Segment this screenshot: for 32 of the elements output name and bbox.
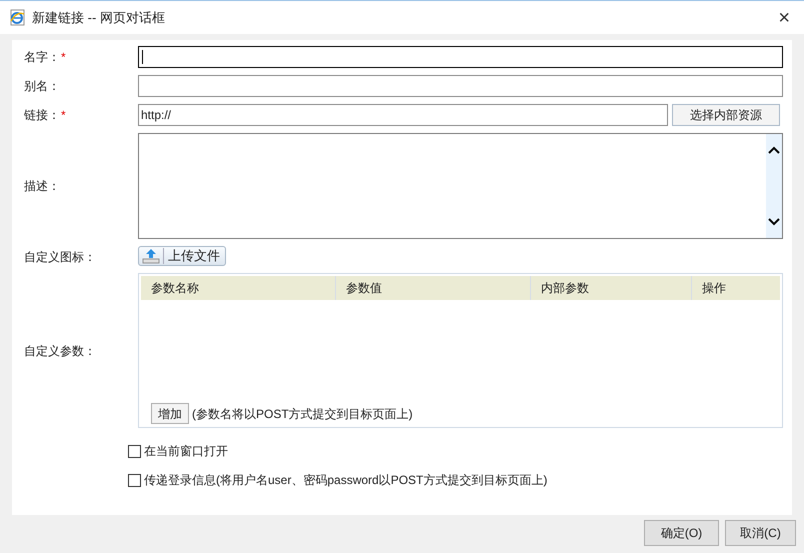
text-field[interactable] bbox=[138, 46, 783, 68]
close-button[interactable]: × bbox=[778, 8, 790, 28]
upload-button[interactable]: 上传文件 bbox=[138, 246, 226, 266]
text-field[interactable] bbox=[138, 75, 783, 97]
scroll-up-icon[interactable] bbox=[768, 146, 780, 154]
column-header: 参数值 bbox=[336, 276, 531, 300]
field-label: 自定义参数： bbox=[24, 342, 96, 360]
checkbox-label: 在当前窗口打开 bbox=[144, 443, 228, 460]
window-title: 新建链接 -- 网页对话框 bbox=[32, 8, 165, 27]
upload-icon bbox=[142, 248, 160, 264]
browser-icon bbox=[9, 9, 26, 26]
add-button[interactable]: 增加 bbox=[151, 403, 189, 424]
choose-resource-button[interactable]: 选择内部资源 bbox=[672, 104, 780, 126]
ok-button[interactable]: 确定(O) bbox=[644, 520, 719, 546]
required-mark: * bbox=[61, 49, 66, 66]
column-header: 操作 bbox=[701, 280, 727, 297]
column-header: 参数名称 bbox=[141, 276, 336, 300]
field-label: 链接： bbox=[24, 107, 60, 124]
cancel-button[interactable]: 取消(C) bbox=[725, 520, 796, 546]
required-mark: * bbox=[61, 107, 66, 124]
checkbox[interactable] bbox=[128, 474, 141, 486]
field-label: 别名： bbox=[24, 78, 60, 95]
checkbox[interactable] bbox=[128, 444, 141, 458]
column-header: 内部参数 bbox=[531, 276, 692, 300]
field-label: 自定义图标： bbox=[24, 249, 96, 266]
scroll-down-icon[interactable] bbox=[768, 218, 780, 226]
description-field[interactable] bbox=[138, 133, 783, 239]
link-field[interactable]: http:// bbox=[138, 104, 668, 126]
checkbox-label: 传递登录信息(将用户名user、密码password以POST方式提交到目标页面上) bbox=[144, 472, 548, 489]
field-label: 描述： bbox=[24, 178, 60, 195]
field-label: 名字： bbox=[24, 49, 60, 66]
hint-text: (参数名将以POST方式提交到目标页面上) bbox=[192, 406, 413, 422]
